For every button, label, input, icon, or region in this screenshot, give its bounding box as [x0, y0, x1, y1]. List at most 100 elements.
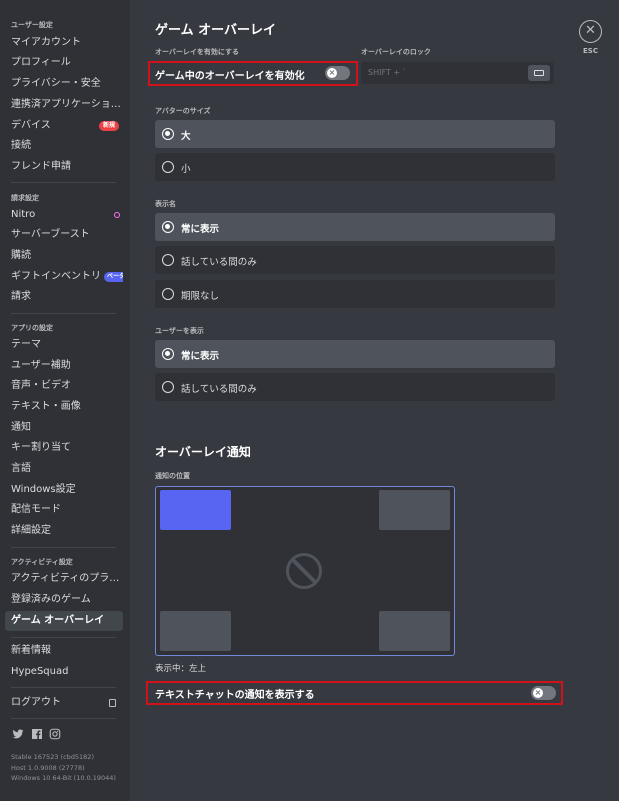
version-os: Windows 10 64-Bit (10.0.19044): [11, 774, 116, 782]
facebook-icon[interactable]: [31, 728, 43, 740]
radio-label: 話している間のみ: [181, 384, 257, 395]
billing-settings-header: 請求設定: [11, 194, 39, 202]
sidebar-item-voice-video[interactable]: 音声・ビデオ: [5, 376, 123, 396]
sidebar-item-activity-privacy[interactable]: アクティビティのプラ…: [5, 569, 123, 589]
notification-position-picker: [155, 486, 455, 656]
sidebar-item-label: ギフトインベントリ: [11, 271, 101, 282]
esc-label: ESC: [583, 47, 598, 55]
divider: [11, 637, 116, 638]
radio-label: 小: [181, 164, 191, 175]
radio-show-users-speaking[interactable]: 話している間のみ: [155, 373, 555, 401]
sidebar-item-label: デバイス: [11, 120, 51, 131]
logout-icon: [109, 699, 116, 707]
notification-section-title: オーバーレイ通知: [155, 445, 251, 459]
radio-unselected-icon: [162, 381, 174, 393]
radio-display-name-never[interactable]: 期限なし: [155, 280, 555, 308]
notification-position-label: 通知の位置: [155, 472, 190, 480]
radio-label: 大: [181, 131, 191, 142]
version-host: Host 1.0.9008 (27778): [11, 764, 85, 772]
instagram-icon[interactable]: [49, 728, 61, 740]
divider: [11, 547, 116, 548]
show-users-label: ユーザーを表示: [155, 327, 204, 335]
sidebar-item-game-overlay[interactable]: ゲーム オーバーレイ: [5, 611, 123, 631]
sidebar-item-notifications[interactable]: 通知: [5, 418, 123, 438]
sidebar-item-my-account[interactable]: マイアカウント: [5, 33, 123, 53]
twitter-icon[interactable]: [12, 728, 24, 740]
radio-unselected-icon: [162, 288, 174, 300]
settings-sidebar: ユーザー設定 マイアカウント プロフィール プライバシー・安全 連携済アプリケー…: [0, 0, 130, 801]
position-top-left[interactable]: [160, 490, 231, 530]
sidebar-item-nitro[interactable]: Nitro: [5, 205, 123, 225]
radio-label: 常に表示: [181, 351, 220, 362]
enable-overlay-label: オーバーレイを有効にする: [155, 48, 239, 56]
sidebar-item-connections[interactable]: 接続: [5, 136, 123, 156]
sidebar-item-billing[interactable]: 請求: [5, 287, 123, 307]
sidebar-item-text-images[interactable]: テキスト・画像: [5, 397, 123, 417]
page-title: ゲーム オーバーレイ: [155, 23, 277, 38]
sidebar-item-accessibility[interactable]: ユーザー補助: [5, 356, 123, 376]
radio-label: 話している間のみ: [181, 257, 257, 268]
sidebar-item-logout[interactable]: ログアウト: [5, 693, 123, 713]
keyboard-icon[interactable]: [528, 65, 550, 81]
radio-unselected-icon: [162, 254, 174, 266]
sidebar-item-authorized-apps[interactable]: 連携済アプリケーショ…: [5, 95, 123, 115]
divider: [11, 182, 116, 183]
sidebar-item-label: Nitro: [11, 209, 36, 220]
radio-selected-icon: [162, 221, 174, 233]
sidebar-item-privacy[interactable]: プライバシー・安全: [5, 74, 123, 94]
sidebar-item-registered-games[interactable]: 登録済みのゲーム: [5, 590, 123, 610]
activity-settings-header: アクティビティ設定: [11, 558, 73, 566]
divider: [11, 718, 116, 719]
sidebar-item-server-boost[interactable]: サーバーブースト: [5, 225, 123, 245]
sidebar-item-language[interactable]: 言語: [5, 459, 123, 479]
radio-show-users-always[interactable]: 常に表示: [155, 340, 555, 368]
radio-label: 常に表示: [181, 224, 220, 235]
user-settings-header: ユーザー設定: [11, 21, 53, 29]
version-stable: Stable 167523 (cbd5182): [11, 753, 94, 761]
display-name-label: 表示名: [155, 200, 176, 208]
sidebar-item-keybinds[interactable]: キー割り当て: [5, 438, 123, 458]
sidebar-item-devices[interactable]: デバイス 新規: [5, 116, 123, 136]
sidebar-item-advanced[interactable]: 詳細設定: [5, 521, 123, 541]
position-bottom-left[interactable]: [160, 611, 231, 651]
toggle-off-icon: ×: [533, 688, 543, 698]
beta-badge: ベータ: [104, 272, 123, 282]
position-top-right[interactable]: [379, 490, 450, 530]
enable-overlay-toggle[interactable]: ×: [325, 66, 350, 80]
sidebar-item-friend-requests[interactable]: フレンド申請: [5, 157, 123, 177]
text-chat-notif-toggle-text: テキストチャットの通知を表示する: [155, 690, 315, 701]
avatar-size-label: アバターのサイズ: [155, 107, 211, 115]
radio-label: 期限なし: [181, 291, 220, 302]
overlay-lock-label: オーバーレイのロック: [361, 48, 431, 56]
notification-position-status: 表示中：左上: [155, 664, 207, 674]
radio-selected-icon: [162, 128, 174, 140]
sidebar-item-theme[interactable]: テーマ: [5, 335, 123, 355]
sidebar-item-streamer-mode[interactable]: 配信モード: [5, 500, 123, 520]
disable-notifications-icon[interactable]: [286, 553, 322, 589]
app-settings-header: アプリの設定: [11, 324, 53, 332]
position-bottom-right[interactable]: [379, 611, 450, 651]
sidebar-item-whats-new[interactable]: 新着情報: [5, 641, 123, 661]
sidebar-item-hypesquad[interactable]: HypeSquad: [5, 662, 123, 682]
keybind-value: SHIFT + `: [368, 68, 407, 77]
radio-selected-icon: [162, 348, 174, 360]
sidebar-item-label: ログアウト: [11, 697, 61, 708]
close-icon[interactable]: ✕: [579, 20, 602, 43]
divider: [11, 313, 116, 314]
toggle-off-icon: ×: [327, 68, 337, 78]
text-chat-notif-toggle[interactable]: ×: [531, 686, 556, 700]
radio-display-name-speaking[interactable]: 話している間のみ: [155, 246, 555, 274]
sidebar-item-subscriptions[interactable]: 購読: [5, 246, 123, 266]
radio-avatar-small[interactable]: 小: [155, 153, 555, 181]
radio-avatar-large[interactable]: 大: [155, 120, 555, 148]
nitro-icon: [114, 212, 120, 218]
new-badge: 新規: [99, 121, 120, 131]
divider: [11, 687, 116, 688]
radio-display-name-always[interactable]: 常に表示: [155, 213, 555, 241]
overlay-lock-keybind[interactable]: SHIFT + `: [361, 62, 554, 84]
enable-overlay-toggle-text: ゲーム中のオーバーレイを有効化: [155, 71, 305, 82]
sidebar-item-windows-settings[interactable]: Windows設定: [5, 480, 123, 500]
sidebar-item-profile[interactable]: プロフィール: [5, 53, 123, 73]
radio-unselected-icon: [162, 161, 174, 173]
sidebar-item-gift-inventory[interactable]: ギフトインベントリ ベータ: [5, 267, 123, 287]
